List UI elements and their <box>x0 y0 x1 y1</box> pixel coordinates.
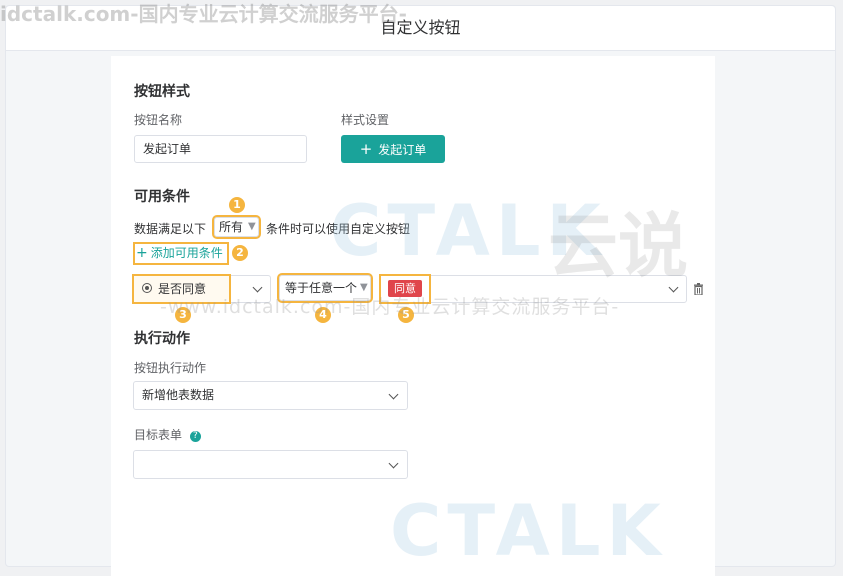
section-title-action: 执行动作 <box>134 331 190 347</box>
match-mode-select[interactable]: 所有 ▼ <box>212 215 261 239</box>
action-select[interactable]: 新增他表数据 <box>133 381 408 410</box>
add-condition-button[interactable]: + 添加可用条件 <box>133 242 229 265</box>
style-preview-label: 发起订单 <box>378 143 427 157</box>
style-setting-label: 样式设置 <box>341 113 390 127</box>
plus-icon: + <box>359 140 373 158</box>
action-value: 新增他表数据 <box>142 388 215 402</box>
section-title-button-style: 按钮样式 <box>134 84 190 100</box>
button-name-input[interactable]: 发起订单 <box>134 135 307 163</box>
callout-badge-1: 1 <box>229 197 245 213</box>
action-label: 按钮执行动作 <box>134 361 207 375</box>
style-preview-button[interactable]: + 发起订单 <box>341 135 445 163</box>
watermark-logo-cn: 云说 <box>548 205 688 287</box>
callout-badge-2: 2 <box>232 245 248 261</box>
target-form-label-text: 目标表单 <box>134 428 183 442</box>
button-name-label: 按钮名称 <box>134 113 183 127</box>
watermark-logo-bottom: CTALK <box>390 490 667 572</box>
chevron-down-icon <box>252 282 263 293</box>
match-mode-value: 所有 <box>219 220 244 234</box>
caret-down-icon: ▼ <box>248 221 256 232</box>
help-icon[interactable]: ? <box>189 431 201 442</box>
section-title-conditions: 可用条件 <box>134 189 190 205</box>
chevron-down-icon <box>388 389 399 400</box>
add-condition-label: 添加可用条件 <box>150 246 223 260</box>
chevron-down-icon <box>388 458 399 469</box>
watermark-middle: -www.idctalk.com-国内专业云计算交流服务平台- <box>160 296 620 318</box>
watermark-top: idctalk.com-国内专业云计算交流服务平台- <box>0 2 407 26</box>
trash-icon[interactable] <box>694 280 703 296</box>
condition-sentence-prefix: 数据满足以下 <box>134 222 207 236</box>
target-form-select[interactable] <box>133 450 408 479</box>
plus-icon: + <box>136 245 148 261</box>
target-form-label: 目标表单 ? <box>134 426 201 443</box>
radio-icon <box>142 283 152 293</box>
